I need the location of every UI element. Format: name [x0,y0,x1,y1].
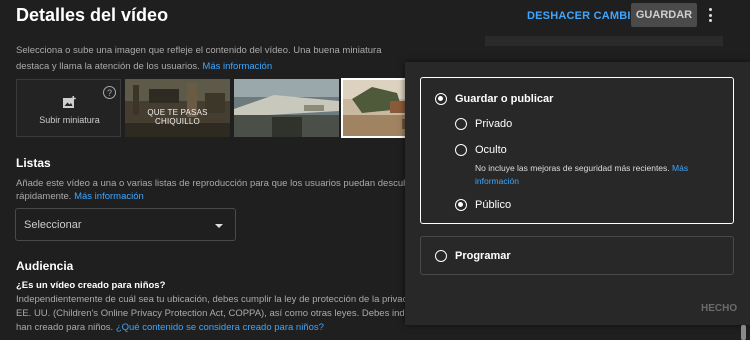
thumbnail-option-1[interactable]: QUE TE PASAS CHIQUILLO [125,79,230,137]
save-publish-box: Guardar o publicar Privado Oculto No inc… [420,77,734,224]
hidden-note: No incluye las mejoras de seguridad más … [475,162,688,188]
hidden-label: Oculto [475,144,507,156]
thumbnail-description: Selecciona o sube una imagen que refleje… [16,43,406,75]
schedule-label: Programar [455,250,511,262]
made-for-kids-link[interactable]: ¿Qué contenido se considera creado para … [116,322,324,333]
audience-description-line2: EE. UU. (Children's Online Privacy Prote… [16,308,406,319]
right-panel-edge [485,36,723,46]
thumbnail-image-2 [234,79,339,137]
thumbnail-description-text: Selecciona o sube una imagen que refleje… [16,45,382,72]
public-radio[interactable] [455,199,467,211]
page-title: Detalles del vídeo [16,5,169,25]
schedule-box: Programar [420,236,734,275]
thumbnail-caption: QUE TE PASAS CHIQUILLO [147,108,208,126]
scrollbar-thumb[interactable] [741,325,746,340]
save-publish-label: Guardar o publicar [455,93,554,105]
upload-thumbnail-button[interactable]: ? Subir miniatura [16,79,121,137]
hidden-learn-more-link-cont[interactable]: información [475,176,519,186]
help-icon[interactable]: ? [103,86,116,99]
undo-changes-button[interactable]: DESHACER CAMBIOS [527,10,647,22]
done-button[interactable]: HECHO [701,303,737,314]
thumbnail-learn-more-link[interactable]: Más información [202,61,272,72]
audience-description-line1: Independientemente de cuál sea tu ubicac… [16,294,406,305]
audience-description-text: han creado para niños. [16,322,114,333]
upload-thumbnail-label: Subir miniatura [39,115,100,125]
schedule-radio[interactable] [435,250,447,262]
private-radio[interactable] [455,118,467,130]
playlists-description-line2: rápidamente. Más información [16,190,406,203]
playlists-title: Listas [16,156,51,170]
playlists-description-line1: Añade este vídeo a una o varias listas d… [16,178,406,189]
add-photo-icon [63,96,76,108]
more-options-icon[interactable] [704,6,716,24]
hidden-note-text: No incluye las mejoras de seguridad más … [475,163,670,173]
playlist-select[interactable]: Seleccionar [15,208,236,241]
save-publish-radio[interactable] [435,93,447,105]
playlists-learn-more-link[interactable]: Más información [74,191,144,202]
public-label: Público [475,199,512,211]
hidden-radio[interactable] [455,144,467,156]
thumbnail-option-2[interactable] [234,79,339,137]
header: Detalles del vídeo DESHACER CAMBIOS GUAR… [0,0,750,36]
playlists-description-text: rápidamente. [16,191,72,202]
audience-description: Independientemente de cuál sea tu ubicac… [16,293,406,335]
save-button[interactable]: GUARDAR [631,3,697,27]
private-label: Privado [475,118,513,130]
visibility-panel: Guardar o publicar Privado Oculto No inc… [405,62,750,325]
audience-description-line3: han creado para niños. ¿Qué contenido se… [16,321,406,335]
dropdown-caret-icon [215,224,223,228]
hidden-learn-more-link[interactable]: Más [672,163,688,173]
playlist-select-value: Seleccionar [24,219,82,231]
audience-title: Audiencia [16,259,74,273]
made-for-kids-question: ¿Es un vídeo creado para niños? [16,280,166,291]
